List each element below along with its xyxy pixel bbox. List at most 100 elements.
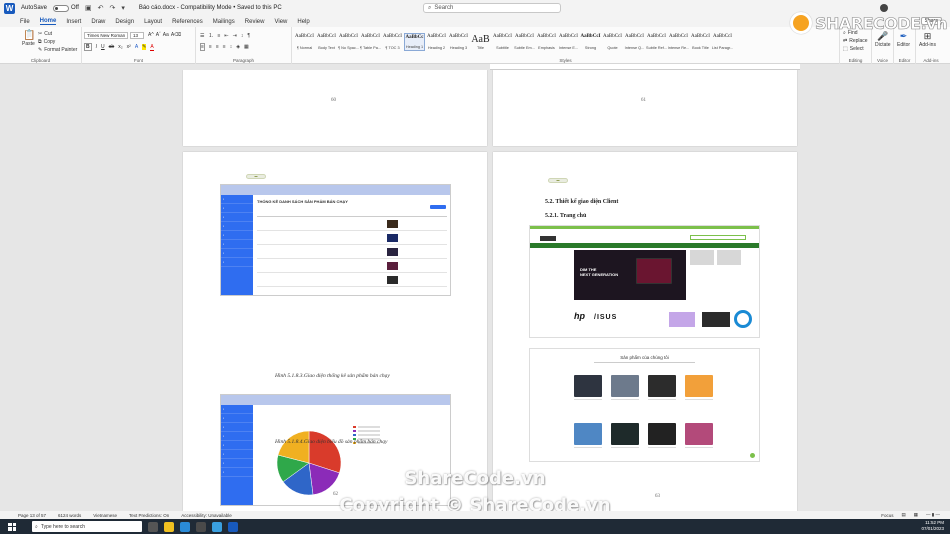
highlight-icon[interactable]: ✎ (142, 44, 147, 50)
read-mode-icon[interactable]: ▤ (901, 512, 905, 518)
superscript-icon[interactable]: x² (127, 44, 131, 50)
word-taskbar-icon[interactable] (228, 521, 238, 532)
cut-button[interactable]: ✂ Cut (38, 31, 52, 37)
section-heading: 5.2. Thiết kế giao diện Client (545, 199, 619, 205)
shrink-font-icon[interactable]: Aˇ (156, 32, 161, 38)
style-tile[interactable]: AaBbCcI Heading 3 (448, 33, 469, 51)
change-case-icon[interactable]: Aa (163, 32, 169, 38)
print-layout-icon[interactable]: ▦ (914, 512, 918, 518)
style-tile[interactable]: AaBbCc Heading 1 (404, 33, 425, 51)
zoom-slider[interactable]: — ▮ — (926, 512, 940, 518)
style-tile[interactable]: AaBbCcI Heading 2 (426, 33, 447, 51)
document-canvas[interactable]: 60 61 ▬ ▪ ▪ ▪ ▪ ▪ ▪ ▪ ▪ THỐNG KÊ DANH SÁCH SẢN … (0, 70, 950, 511)
word-count[interactable]: 6124 words (58, 513, 81, 518)
tab-references[interactable]: References (172, 19, 203, 25)
style-tile[interactable]: AaBbCcI Strong (580, 33, 601, 51)
select-button[interactable]: ⬚ Select (843, 46, 864, 52)
browser-icon[interactable] (212, 521, 222, 532)
font-size-select[interactable]: 13 (130, 32, 144, 39)
task-view-icon[interactable] (148, 521, 158, 532)
save-icon[interactable]: ▣ (85, 4, 92, 12)
align-center-icon[interactable]: ≡ (209, 44, 212, 50)
style-tile[interactable]: AaBbCcI Emphasis (536, 33, 557, 51)
tab-home[interactable]: Home (39, 18, 57, 25)
align-right-icon[interactable]: ≡ (216, 44, 219, 50)
tab-insert[interactable]: Insert (66, 19, 81, 25)
line-spacing-icon[interactable]: ↕ (230, 44, 233, 50)
style-tile[interactable]: AaBbCcI Book Title (690, 33, 711, 51)
style-tile[interactable]: AaB Title (470, 33, 491, 51)
text-predictions[interactable]: Text Predictions: On (129, 513, 169, 518)
sharecode-logo: SHARECODE.vn (790, 12, 948, 34)
underline-icon[interactable]: U (101, 44, 105, 50)
style-tile[interactable]: AaBbCcI Intense Q... (624, 33, 645, 51)
replace-icon: ⇄ (843, 38, 848, 44)
clear-format-icon[interactable]: A⌫ (171, 32, 181, 38)
undo-icon[interactable]: ↶ (98, 4, 104, 12)
style-tile[interactable]: AaBbCcI List Paragr... (712, 33, 733, 51)
file-explorer-icon[interactable] (164, 521, 174, 532)
system-tray[interactable]: 11:52 PM 07/01/2023 (921, 520, 944, 532)
paste-label: Paste (22, 41, 35, 47)
style-tile[interactable]: AaBbCcI Subtle Ref... (646, 33, 667, 51)
font-name-select[interactable]: Times New Roman (84, 32, 128, 39)
search-box[interactable]: ⌕ Search (423, 3, 561, 13)
format-painter-button[interactable]: ✎ Format Painter (38, 47, 77, 53)
language[interactable]: Vietnamese (93, 513, 117, 518)
text-effects-icon[interactable]: A (135, 44, 138, 50)
style-tile[interactable]: AaBbCcI ¶ No Spac... (338, 33, 359, 51)
bullets-icon[interactable]: ☰ (200, 33, 204, 39)
numbering-icon[interactable]: ⒈ (208, 32, 213, 39)
redo-icon[interactable]: ↷ (109, 4, 115, 12)
focus-mode[interactable]: Focus (881, 513, 893, 518)
style-tile[interactable]: AaBbCcI Subtitle (492, 33, 513, 51)
page-count[interactable]: Page 13 of 57 (18, 513, 46, 518)
customize-qa-icon[interactable]: ▾ (121, 4, 125, 12)
style-tile[interactable]: AaBbCcI ¶ Normal (294, 33, 315, 51)
subscript-icon[interactable]: x₂ (118, 44, 122, 50)
tab-design[interactable]: Design (115, 19, 134, 25)
grow-font-icon[interactable]: A^ (148, 32, 154, 38)
taskbar-search[interactable]: ⌕ Type here to search (32, 521, 142, 532)
avatar[interactable] (880, 4, 888, 12)
replace-button[interactable]: ⇄ Replace (843, 38, 868, 44)
style-tile[interactable]: AaBbCcI ¶ Table Pa... (360, 33, 381, 51)
style-tile[interactable]: AaBbCcI Body Text (316, 33, 337, 51)
tab-review[interactable]: Review (245, 19, 265, 25)
tab-draw[interactable]: Draw (91, 19, 105, 25)
increase-indent-icon[interactable]: ⇥ (233, 33, 237, 39)
style-tile[interactable]: AaBbCcI Subtle Em... (514, 33, 535, 51)
tab-mailings[interactable]: Mailings (213, 19, 235, 25)
bold-icon[interactable]: B (84, 43, 92, 51)
style-tile[interactable]: AaBbCcI Intense Re... (668, 33, 690, 51)
decrease-indent-icon[interactable]: ⇤ (224, 33, 228, 39)
align-left-icon[interactable]: ≡ (200, 43, 205, 51)
shading-icon[interactable]: ◈ (236, 44, 240, 50)
italic-icon[interactable]: I (96, 44, 97, 50)
copy-button[interactable]: ⧉ Copy (38, 39, 55, 45)
style-tile[interactable]: AaBbCcI Intense E... (558, 33, 579, 51)
clock-date: 07/01/2023 (921, 526, 944, 531)
multilevel-icon[interactable]: ≡ (218, 33, 221, 39)
tab-help[interactable]: Help (297, 19, 309, 25)
autosave-toggle[interactable] (53, 4, 70, 12)
borders-icon[interactable]: ▦ (244, 44, 249, 50)
accessibility[interactable]: Accessibility: Unavailable (181, 513, 232, 518)
justify-icon[interactable]: ≡ (223, 44, 226, 50)
strikethrough-icon[interactable]: ab (109, 44, 115, 50)
style-name: Subtle Ref... (646, 46, 667, 50)
pilcrow-icon[interactable]: ¶ (247, 33, 250, 39)
paste-button[interactable]: 📋 Paste (22, 31, 36, 48)
tab-view[interactable]: View (274, 19, 287, 25)
windows-start-icon[interactable] (6, 521, 18, 533)
vscode-icon[interactable] (180, 521, 190, 532)
font-color-icon[interactable]: A (150, 44, 154, 51)
app-icon[interactable] (196, 521, 206, 532)
style-tile[interactable]: AaBbCcI ¶ TOC 3 (382, 33, 403, 51)
tab-file[interactable]: File (20, 19, 30, 25)
style-tile[interactable]: AaBbCcI Quote (602, 33, 623, 51)
style-name: Intense Q... (624, 46, 645, 50)
tab-layout[interactable]: Layout (144, 19, 162, 25)
sort-icon[interactable]: ↕ (241, 33, 244, 39)
product-image (685, 375, 713, 397)
